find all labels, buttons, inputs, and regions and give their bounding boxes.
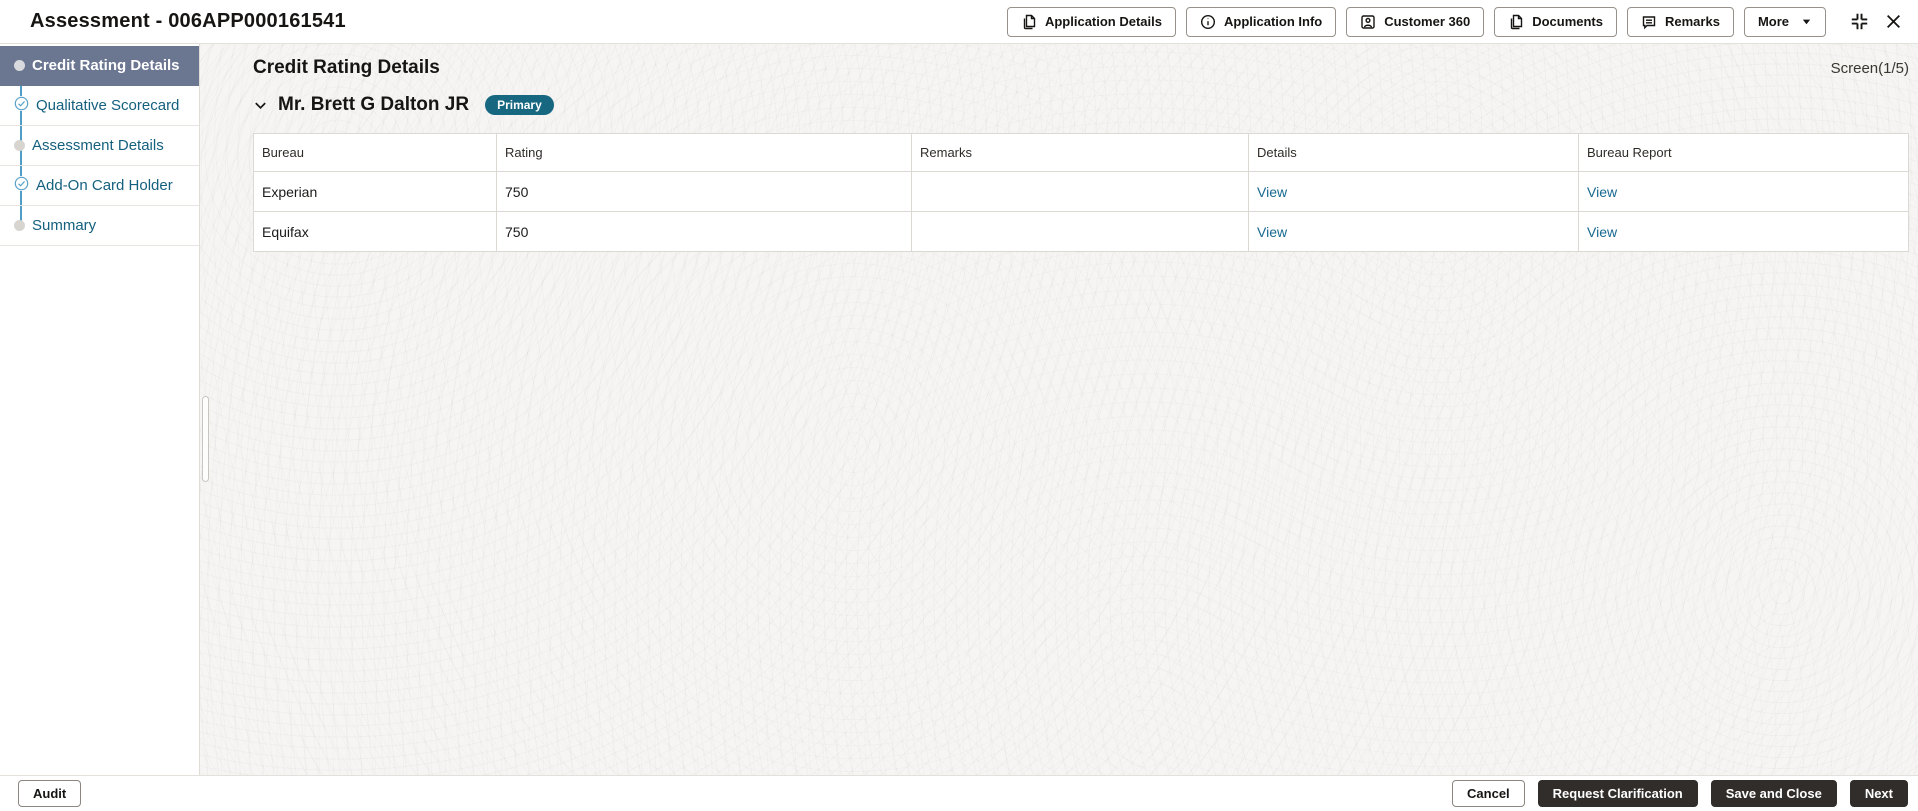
button-label: Documents	[1532, 14, 1603, 29]
cancel-button[interactable]: Cancel	[1452, 780, 1525, 807]
column-header-details: Details	[1248, 133, 1579, 172]
remarks-cell	[911, 171, 1249, 212]
credit-rating-table: Bureau Rating Remarks Details Bureau Rep…	[253, 133, 1909, 252]
button-label: Application Info	[1224, 14, 1323, 29]
circle-icon	[14, 140, 25, 151]
table-row: Experian 750 View View	[253, 171, 1909, 212]
application-details-button[interactable]: Application Details	[1006, 6, 1176, 37]
step-label: Credit Rating Details	[32, 57, 180, 74]
button-label: Remarks	[1665, 14, 1720, 29]
assessment-window: Assessment - 006APP000161541 Application…	[0, 0, 1918, 811]
chevron-down-icon[interactable]	[253, 98, 268, 113]
action-footer: Audit Cancel Request Clarification Save …	[0, 775, 1918, 811]
document-icon	[1508, 14, 1524, 30]
bureau-report-view-link[interactable]: View	[1587, 184, 1617, 200]
remarks-cell	[911, 211, 1249, 252]
stepper-sidebar: Credit Rating Details Qualitative Scorec…	[0, 44, 200, 775]
window-controls	[1850, 12, 1902, 31]
person-card-icon	[1360, 14, 1376, 30]
table-header-row: Bureau Rating Remarks Details Bureau Rep…	[253, 133, 1909, 172]
column-header-bureau: Bureau	[253, 133, 497, 172]
step-label: Qualitative Scorecard	[36, 97, 180, 114]
window-body: Credit Rating Details Qualitative Scorec…	[0, 44, 1918, 775]
collapse-icon[interactable]	[1850, 12, 1869, 31]
sidebar-item-summary[interactable]: Summary	[0, 206, 199, 246]
rating-cell: 750	[496, 211, 912, 252]
audit-button[interactable]: Audit	[18, 780, 82, 807]
customer-360-button[interactable]: Customer 360	[1346, 6, 1485, 37]
sidebar-item-credit-rating-details[interactable]: Credit Rating Details	[0, 46, 199, 86]
check-circle-icon	[14, 176, 29, 195]
footer-actions: Cancel Request Clarification Save and Cl…	[1452, 780, 1908, 807]
step-label: Assessment Details	[32, 137, 164, 154]
documents-button[interactable]: Documents	[1494, 6, 1617, 37]
close-icon[interactable]	[1885, 13, 1902, 30]
details-view-link[interactable]: View	[1257, 184, 1287, 200]
window-title: Assessment - 006APP000161541	[30, 10, 346, 32]
sidebar-item-qualitative-scorecard[interactable]: Qualitative Scorecard	[0, 86, 199, 126]
window-header: Assessment - 006APP000161541 Application…	[0, 0, 1918, 44]
step-label: Summary	[32, 217, 97, 234]
column-header-bureau-report: Bureau Report	[1578, 133, 1909, 172]
step-label: Add-On Card Holder	[36, 177, 173, 194]
screen-indicator: Screen(1/5)	[1830, 59, 1909, 77]
bureau-cell: Equifax	[253, 211, 497, 252]
button-label: Application Details	[1044, 14, 1162, 29]
info-icon	[1200, 14, 1216, 30]
details-view-link[interactable]: View	[1257, 224, 1287, 240]
button-label: More	[1757, 14, 1789, 29]
primary-badge: Primary	[485, 95, 554, 115]
customer-name: Mr. Brett G Dalton JR	[278, 94, 470, 115]
header-actions: Application Details Application Info Cus…	[1006, 6, 1902, 37]
rating-cell: 750	[496, 171, 912, 212]
save-and-close-button[interactable]: Save and Close	[1710, 780, 1837, 807]
bureau-report-view-link[interactable]: View	[1587, 224, 1617, 240]
column-header-remarks: Remarks	[911, 133, 1249, 172]
table-row: Equifax 750 View View	[253, 211, 1909, 252]
circle-icon	[14, 220, 25, 231]
content-header: Credit Rating Details Screen(1/5)	[253, 57, 1909, 79]
page-title: Credit Rating Details	[253, 57, 440, 78]
check-circle-icon	[14, 96, 29, 115]
remarks-button[interactable]: Remarks	[1627, 6, 1734, 37]
caret-down-icon	[1801, 16, 1812, 27]
next-button[interactable]: Next	[1849, 780, 1908, 807]
bureau-cell: Experian	[253, 171, 497, 212]
panel-resize-handle[interactable]	[202, 396, 209, 482]
document-icon	[1021, 14, 1037, 30]
main-content: Credit Rating Details Screen(1/5) Mr. Br…	[200, 44, 1918, 775]
speech-bubble-icon	[1641, 14, 1657, 30]
bullet-icon	[14, 60, 25, 71]
button-label: Customer 360	[1384, 14, 1471, 29]
application-info-button[interactable]: Application Info	[1186, 6, 1337, 37]
sidebar-item-assessment-details[interactable]: Assessment Details	[0, 126, 199, 166]
column-header-rating: Rating	[496, 133, 912, 172]
customer-section-header: Mr. Brett G Dalton JR Primary	[253, 94, 1909, 116]
request-clarification-button[interactable]: Request Clarification	[1537, 780, 1698, 807]
sidebar-item-add-on-card-holder[interactable]: Add-On Card Holder	[0, 166, 199, 206]
more-button[interactable]: More	[1743, 6, 1826, 37]
